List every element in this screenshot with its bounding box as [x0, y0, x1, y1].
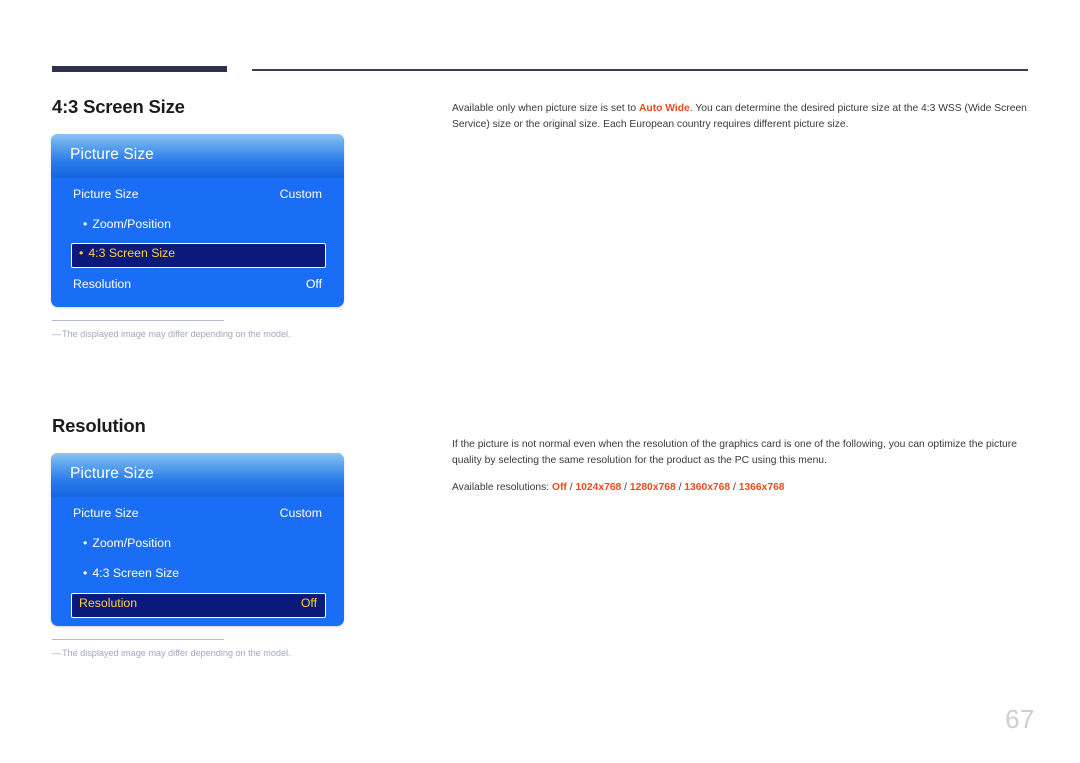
available-resolutions-values: Off / 1024x768 / 1280x768 / 1360x768 / 1… [552, 482, 785, 493]
menu-item-label: • 4:3 Screen Size [83, 566, 179, 580]
footnote-body: The displayed image may differ depending… [62, 329, 291, 339]
menu-item-4-3-screen-size[interactable]: • 4:3 Screen Size [71, 243, 326, 268]
menu-item-label: Picture Size [73, 187, 139, 201]
footnote-divider [52, 639, 224, 640]
footnote-divider [52, 320, 224, 321]
available-resolutions-line: Available resolutions: Off / 1024x768 / … [452, 480, 1032, 496]
resolution-value: 1366x768 [738, 482, 785, 493]
resolution-value: 1024x768 [575, 482, 622, 493]
menu-item-label: Resolution [79, 596, 138, 610]
header-rule-thick [52, 66, 227, 72]
menu-item-value: Off [300, 596, 317, 610]
footnote-dash: ― [52, 329, 62, 339]
menu-item-value: Custom [279, 506, 322, 520]
bullet-icon: • [79, 246, 84, 260]
resolution-separator: / [675, 482, 685, 493]
available-resolutions-label: Available resolutions: [452, 482, 552, 493]
page-title: Resolution [52, 415, 146, 436]
footnote-1: ―The displayed image may differ dependin… [52, 320, 352, 339]
resolution-value: Off [551, 482, 567, 493]
description-4-3-screen-size: Available only when picture size is set … [452, 101, 1032, 132]
menu-item-value: Off [305, 277, 322, 291]
resolution-value: 1360x768 [684, 482, 731, 493]
osd-panel-header-1: Picture Size [51, 134, 344, 178]
osd-panel-picture-size-2: Picture Size Picture Size Custom • Zoom/P… [51, 453, 344, 626]
menu-item-label: • Zoom/Position [83, 536, 171, 550]
osd-panel-header-2: Picture Size [51, 453, 344, 497]
footnote-2: ―The displayed image may differ dependin… [52, 639, 352, 658]
resolution-separator: / [730, 482, 739, 493]
osd-menu-list-1: Picture Size Custom • Zoom/Position • 4:3 … [51, 178, 344, 307]
resolution-value: 1280x768 [629, 482, 676, 493]
menu-item-value: Custom [279, 187, 322, 201]
osd-panel-title: Picture Size [70, 146, 154, 163]
menu-item-label: Resolution [73, 277, 132, 291]
menu-item-text: 4:3 Screen Size [88, 246, 176, 260]
page-header-rules [0, 0, 1080, 80]
menu-item-text: Zoom/Position [92, 217, 171, 231]
header-rule-thin [252, 69, 1028, 71]
menu-item-resolution[interactable]: Resolution Off [51, 274, 344, 298]
resolution-separator: / [621, 482, 630, 493]
menu-item-picture-size[interactable]: Picture Size Custom [51, 184, 344, 208]
menu-item-zoom-position[interactable]: • Zoom/Position [51, 214, 344, 238]
description-text-before: Available only when picture size is set … [452, 103, 639, 114]
menu-item-picture-size[interactable]: Picture Size Custom [51, 503, 344, 527]
menu-item-label: • 4:3 Screen Size [79, 246, 175, 260]
description-resolution: If the picture is not normal even when t… [452, 437, 1032, 496]
accent-auto-wide: Auto Wide [638, 103, 690, 114]
footnote-text: ―The displayed image may differ dependin… [52, 329, 352, 339]
menu-item-text: 4:3 Screen Size [92, 566, 180, 580]
osd-menu-list-2: Picture Size Custom • Zoom/Position • 4:3 … [51, 497, 344, 626]
footnote-dash: ― [52, 648, 62, 658]
description-paragraph: Available only when picture size is set … [452, 101, 1032, 132]
page-title: 4:3 Screen Size [52, 96, 185, 117]
menu-item-resolution[interactable]: Resolution Off [71, 593, 326, 618]
menu-item-text: Zoom/Position [92, 536, 171, 550]
menu-item-zoom-position[interactable]: • Zoom/Position [51, 533, 344, 557]
description-paragraph: If the picture is not normal even when t… [452, 439, 1017, 466]
footnote-body: The displayed image may differ depending… [62, 648, 291, 658]
osd-panel-picture-size-1: Picture Size Picture Size Custom • Zoom/P… [51, 134, 344, 307]
bullet-icon: • [83, 217, 88, 231]
menu-item-4-3-screen-size[interactable]: • 4:3 Screen Size [51, 563, 344, 587]
footnote-text: ―The displayed image may differ dependin… [52, 648, 352, 658]
osd-panel-title: Picture Size [70, 465, 154, 482]
bullet-icon: • [83, 566, 88, 580]
menu-item-label: Picture Size [73, 506, 139, 520]
bullet-icon: • [83, 536, 88, 550]
page-number: 67 [1005, 704, 1035, 734]
menu-item-label: • Zoom/Position [83, 217, 171, 231]
